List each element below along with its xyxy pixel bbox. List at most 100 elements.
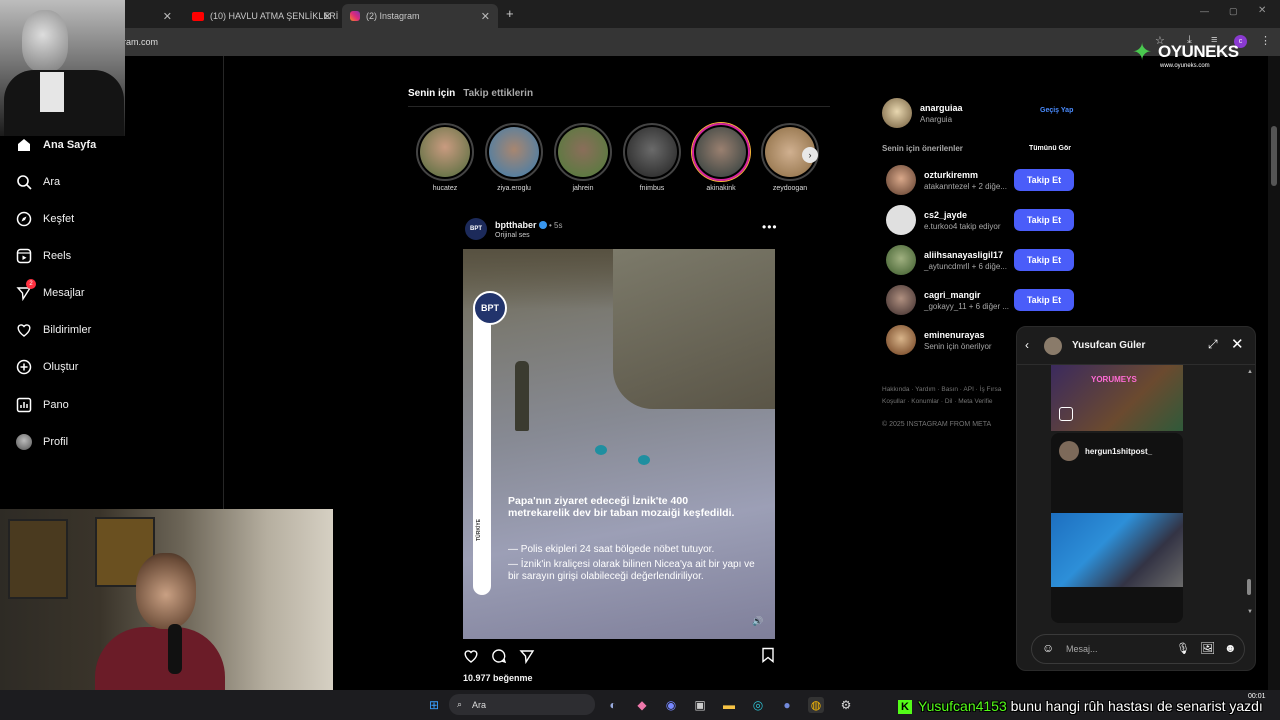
chat-ticker: K Yusufcan4153 bunu hangi rûh hastası de … bbox=[898, 698, 1263, 715]
shared-post[interactable]: hergun1shitpost_ bbox=[1051, 433, 1183, 623]
chat-scrollbar[interactable]: ▲ ▼ bbox=[1247, 369, 1253, 619]
sidebar-item-explore[interactable]: Keşfet bbox=[16, 211, 74, 227]
chevron-right-icon[interactable]: › bbox=[802, 147, 818, 163]
heart-icon bbox=[16, 322, 32, 338]
portrait-face bbox=[22, 10, 68, 72]
avatar[interactable] bbox=[882, 98, 912, 128]
sidebar-item-label: Oluştur bbox=[43, 361, 79, 373]
avatar[interactable] bbox=[886, 285, 916, 315]
username[interactable]: eminenurayas bbox=[924, 330, 992, 340]
sidebar-item-reels[interactable]: Reels bbox=[16, 248, 71, 264]
message-input[interactable]: ☺ Mesaj... 🎙 🖼 ☻ bbox=[1031, 634, 1245, 664]
username[interactable]: cagri_mangir bbox=[924, 290, 1009, 300]
story-item[interactable]: fnimbus bbox=[622, 123, 682, 192]
post-username[interactable]: bptthaber bbox=[495, 220, 537, 230]
close-window-icon[interactable]: ✕ bbox=[1258, 5, 1266, 16]
new-tab-button[interactable]: + bbox=[506, 6, 514, 21]
avatar[interactable]: BPT bbox=[465, 218, 487, 240]
story-username: hucatez bbox=[432, 185, 458, 192]
share-icon[interactable] bbox=[519, 648, 535, 668]
minimize-icon[interactable]: — bbox=[1200, 6, 1209, 16]
post-video[interactable]: BPT TÜRKİYE Papa'nın ziyaret edeceği İzn… bbox=[463, 249, 775, 639]
copilot-icon[interactable]: ◆ bbox=[634, 697, 650, 713]
taskbar-search[interactable]: ⌕ Ara bbox=[449, 694, 595, 715]
post-audio[interactable]: Orijinal ses bbox=[495, 232, 563, 239]
avatar[interactable] bbox=[886, 165, 916, 195]
shared-reel[interactable]: YORUMEYS bbox=[1051, 365, 1183, 431]
story-item[interactable]: jahrein bbox=[553, 123, 613, 192]
taskbar-clock[interactable]: 00:01 bbox=[1248, 693, 1266, 700]
story-username: jahrein bbox=[572, 185, 594, 192]
see-all-link[interactable]: Tümünü Gör bbox=[1029, 145, 1071, 152]
search-icon: ⌕ bbox=[457, 699, 463, 709]
store-icon[interactable]: ▣ bbox=[692, 697, 708, 713]
sticker-icon[interactable]: ☻ bbox=[1224, 641, 1237, 655]
avatar[interactable] bbox=[886, 205, 916, 235]
image-icon[interactable]: 🖼 bbox=[1200, 641, 1215, 655]
scroll-up-icon[interactable]: ▲ bbox=[1247, 369, 1253, 375]
menu-icon[interactable]: ⋮ bbox=[1260, 34, 1271, 47]
back-icon[interactable]: ‹ bbox=[1025, 338, 1029, 352]
sidebar-item-create[interactable]: Oluştur bbox=[16, 359, 78, 375]
username[interactable]: anarguiaa bbox=[920, 103, 963, 113]
sound-icon[interactable]: 🔊 bbox=[752, 616, 763, 627]
tab-for-you[interactable]: Senin için bbox=[408, 88, 455, 99]
webcam-overlay bbox=[0, 509, 333, 696]
close-tab-icon[interactable]: ✕ bbox=[481, 10, 490, 23]
avatar[interactable] bbox=[886, 325, 916, 355]
page-scrollbar[interactable] bbox=[1268, 56, 1280, 690]
like-icon[interactable] bbox=[463, 648, 479, 668]
video-headline: Papa'nın ziyaret edeceği İznik'te 400 me… bbox=[508, 495, 735, 519]
story-item[interactable]: akinakink bbox=[691, 123, 751, 192]
story-item[interactable]: hucatez bbox=[415, 123, 475, 192]
follow-button[interactable]: Takip Et bbox=[1014, 249, 1074, 271]
close-icon[interactable]: ✕ bbox=[1231, 335, 1244, 353]
teams-icon[interactable]: ◉ bbox=[663, 697, 679, 713]
discord-icon[interactable]: ● bbox=[779, 697, 795, 713]
like-count[interactable]: 10.977 beğenme bbox=[463, 673, 533, 683]
close-tab-icon[interactable]: ✕ bbox=[323, 10, 332, 23]
browser-tab-1[interactable]: ✕ bbox=[128, 4, 180, 28]
chat-contact-name[interactable]: Yusufcan Güler bbox=[1072, 340, 1145, 351]
username[interactable]: ozturkiremm bbox=[924, 170, 1007, 180]
bpt-logo-icon: BPT bbox=[473, 291, 507, 325]
emoji-icon[interactable]: ☺ bbox=[1042, 641, 1054, 655]
comment-icon[interactable] bbox=[491, 648, 507, 668]
settings-icon[interactable]: ⚙ bbox=[838, 697, 854, 713]
task-view-icon[interactable]: ◐ bbox=[605, 697, 621, 713]
follow-button[interactable]: Takip Et bbox=[1014, 289, 1074, 311]
bookmark-icon[interactable] bbox=[761, 647, 775, 667]
sidebar-item-profile[interactable]: Profil bbox=[16, 434, 68, 450]
scroll-thumb[interactable] bbox=[1247, 579, 1251, 595]
message-placeholder[interactable]: Mesaj... bbox=[1066, 644, 1098, 654]
avatar[interactable] bbox=[1044, 337, 1062, 355]
edge-icon[interactable]: ◎ bbox=[750, 697, 766, 713]
tab-following[interactable]: Takip ettiklerin bbox=[463, 88, 533, 99]
sidebar-item-notifications[interactable]: Bildirimler bbox=[16, 322, 91, 338]
story-item[interactable]: ziya.eroglu bbox=[484, 123, 544, 192]
more-options-icon[interactable]: ••• bbox=[762, 220, 778, 234]
sidebar-item-home[interactable]: Ana Sayfa bbox=[16, 137, 96, 153]
switch-account-link[interactable]: Geçiş Yap bbox=[1040, 107, 1073, 114]
suggestion-item: eminenurayas Senin için önerilyor bbox=[886, 325, 992, 355]
folder-icon[interactable]: ▬ bbox=[721, 697, 737, 713]
chrome-icon[interactable]: ◍ bbox=[808, 697, 824, 713]
scroll-down-icon[interactable]: ▼ bbox=[1247, 609, 1253, 615]
username[interactable]: aliihsanayasligil17 bbox=[924, 250, 1007, 260]
microphone-icon[interactable]: 🎙 bbox=[1176, 642, 1190, 655]
browser-tab-instagram[interactable]: (2) Instagram ✕ bbox=[342, 4, 498, 28]
sidebar-item-search[interactable]: Ara bbox=[16, 174, 60, 190]
username[interactable]: cs2_jayde bbox=[924, 210, 1001, 220]
scroll-thumb[interactable] bbox=[1271, 126, 1277, 186]
maximize-icon[interactable]: ▢ bbox=[1229, 6, 1238, 17]
follow-button[interactable]: Takip Et bbox=[1014, 169, 1074, 191]
windows-start-icon[interactable]: ⊞ bbox=[426, 697, 442, 713]
close-tab-icon[interactable]: ✕ bbox=[163, 10, 172, 23]
footer-links[interactable]: Hakkında · Yardım · Basın · API · İş Fır… bbox=[882, 384, 1022, 408]
sidebar-item-dashboard[interactable]: Pano bbox=[16, 397, 69, 413]
expand-icon[interactable]: ⤢ bbox=[1208, 337, 1218, 352]
avatar[interactable] bbox=[886, 245, 916, 275]
browser-tab-youtube[interactable]: (10) HAVLU ATMA ŞENLİKLERİ ✕ bbox=[184, 4, 340, 28]
follow-button[interactable]: Takip Et bbox=[1014, 209, 1074, 231]
sidebar-item-messages[interactable]: 2 Mesajlar bbox=[16, 279, 85, 301]
